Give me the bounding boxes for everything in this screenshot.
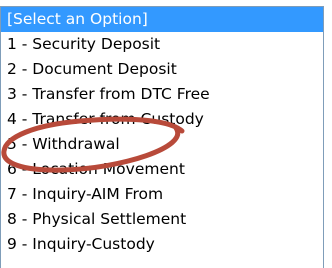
option-transfer-from-custody[interactable]: 4 - Transfer from Custody [1, 107, 323, 132]
dropdown-list[interactable]: [Select an Option] 1 - Security Deposit … [0, 6, 324, 268]
option-transfer-from-dtc-free[interactable]: 3 - Transfer from DTC Free [1, 82, 323, 107]
option-security-deposit[interactable]: 1 - Security Deposit [1, 32, 323, 57]
option-withdrawal[interactable]: 5 - Withdrawal [1, 132, 323, 157]
option-inquiry-aim-from[interactable]: 7 - Inquiry-AIM From [1, 182, 323, 207]
option-select-placeholder[interactable]: [Select an Option] [1, 7, 323, 32]
option-physical-settlement[interactable]: 8 - Physical Settlement [1, 207, 323, 232]
option-inquiry-custody[interactable]: 9 - Inquiry-Custody [1, 232, 323, 257]
option-document-deposit[interactable]: 2 - Document Deposit [1, 57, 323, 82]
option-location-movement[interactable]: 6 - Location Movement [1, 157, 323, 182]
